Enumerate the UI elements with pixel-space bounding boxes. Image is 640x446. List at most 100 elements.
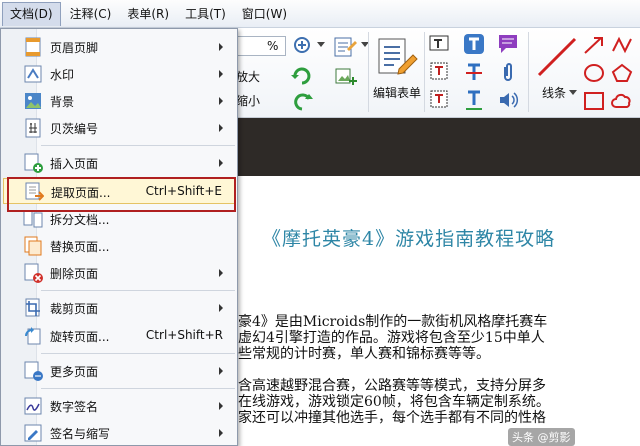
rotate-clockwise-icon[interactable] bbox=[290, 64, 314, 86]
menu-item-label: 插入页面 bbox=[50, 157, 99, 171]
menu-window[interactable]: 窗口(W) bbox=[235, 2, 294, 26]
menu-item-label: 水印 bbox=[50, 68, 75, 82]
menu-item-label: 签名与缩写 bbox=[50, 427, 111, 441]
edit-form-icon[interactable] bbox=[374, 34, 420, 80]
header-footer-icon bbox=[23, 37, 43, 57]
menu-item-shortcut: Ctrl+Shift+R bbox=[145, 328, 223, 342]
menu-item-label: 贝茨编号 bbox=[50, 122, 99, 136]
document-line: 家还可以冲撞其他选手，每个选手都有不同的性格 bbox=[238, 410, 546, 426]
submenu-arrow-icon bbox=[219, 97, 223, 105]
strikeout-text-icon[interactable] bbox=[462, 60, 486, 84]
menu-item-label: 提取页面... bbox=[51, 186, 111, 200]
document-dropdown-menu: 页眉页脚 水印 背景 贝茨编号 插入页面 提取页面... Ctrl+Shift+… bbox=[0, 28, 238, 446]
rectangle-icon[interactable] bbox=[582, 90, 606, 112]
menu-comment[interactable]: 注释(C) bbox=[63, 2, 119, 26]
line-icon[interactable] bbox=[534, 34, 580, 80]
menu-item-extract-pages[interactable]: 提取页面... Ctrl+Shift+E bbox=[3, 178, 235, 204]
menu-item-label: 更多页面 bbox=[50, 365, 99, 379]
polygon-icon[interactable] bbox=[610, 62, 634, 84]
insert-page-icon bbox=[23, 153, 43, 173]
menu-item-bates-number[interactable]: 贝茨编号 bbox=[3, 115, 235, 141]
watermark-icon bbox=[23, 64, 43, 84]
menu-item-rotate-pages[interactable]: 旋转页面... Ctrl+Shift+R bbox=[3, 323, 235, 349]
replace-page-icon bbox=[23, 236, 43, 256]
form-field-icon[interactable] bbox=[332, 34, 358, 60]
more-pages-icon bbox=[23, 361, 43, 381]
submenu-arrow-icon bbox=[219, 367, 223, 375]
lines-label[interactable]: 线条 bbox=[542, 84, 566, 101]
watermark-text: 头条 @剪影 bbox=[508, 428, 575, 446]
callout-icon[interactable] bbox=[428, 88, 450, 110]
menu-item-watermark[interactable]: 水印 bbox=[3, 61, 235, 87]
submenu-arrow-icon bbox=[219, 269, 223, 277]
typewriter-icon[interactable] bbox=[462, 32, 486, 56]
menu-item-label: 页眉页脚 bbox=[50, 41, 99, 55]
submenu-arrow-icon bbox=[219, 159, 223, 167]
menu-item-label: 替换页面... bbox=[50, 240, 110, 254]
text-field-icon[interactable] bbox=[428, 32, 450, 54]
menu-item-replace-pages[interactable]: 替换页面... bbox=[3, 233, 235, 259]
cloud-icon[interactable] bbox=[610, 90, 634, 112]
note-icon[interactable] bbox=[496, 32, 520, 56]
menu-separator bbox=[41, 388, 235, 389]
rotate-counterclockwise-icon[interactable] bbox=[290, 90, 314, 112]
background-icon bbox=[23, 91, 43, 111]
document-line: 豪4》是由Microids制作的一款街机风格摩托赛车 bbox=[238, 314, 548, 330]
menu-item-digital-signature[interactable]: 数字签名 bbox=[3, 393, 235, 419]
zoom-in-label[interactable]: 放大 bbox=[236, 68, 260, 85]
menu-item-insert-page[interactable]: 插入页面 bbox=[3, 150, 235, 176]
menu-tools[interactable]: 工具(T) bbox=[178, 2, 233, 26]
menu-item-delete-pages[interactable]: 删除页面 bbox=[3, 260, 235, 286]
menu-item-background[interactable]: 背景 bbox=[3, 88, 235, 114]
menu-separator bbox=[41, 353, 235, 354]
delete-page-icon bbox=[23, 263, 43, 283]
document-title: 《摩托英豪4》游戏指南教程攻略 bbox=[262, 228, 556, 250]
arrow-icon[interactable] bbox=[582, 34, 606, 56]
menu-item-shortcut: Ctrl+Shift+E bbox=[145, 184, 222, 198]
menu-item-label: 背景 bbox=[50, 95, 75, 109]
underline-text-icon[interactable] bbox=[462, 88, 486, 112]
menu-item-sign-initials[interactable]: 签名与缩写 bbox=[3, 420, 235, 446]
menu-item-more-pages[interactable]: 更多页面 bbox=[3, 358, 235, 384]
zoom-percent-field[interactable]: % bbox=[236, 36, 286, 56]
menu-item-label: 数字签名 bbox=[50, 400, 99, 414]
add-image-icon[interactable] bbox=[332, 64, 358, 90]
attach-file-icon[interactable] bbox=[496, 60, 520, 84]
rotate-page-icon bbox=[23, 326, 43, 346]
extract-page-icon bbox=[24, 182, 45, 202]
sound-icon[interactable] bbox=[496, 88, 520, 112]
submenu-arrow-icon bbox=[219, 43, 223, 51]
crop-page-icon bbox=[23, 298, 43, 318]
bates-number-icon bbox=[23, 118, 43, 138]
menubar: 文档(D) 注释(C) 表单(R) 工具(T) 窗口(W) bbox=[0, 0, 640, 28]
submenu-arrow-icon bbox=[219, 429, 223, 437]
ellipse-icon[interactable] bbox=[582, 62, 606, 84]
menu-item-split-document[interactable]: 拆分文档... bbox=[3, 206, 235, 232]
menu-item-label: 删除页面 bbox=[50, 267, 99, 281]
menu-separator bbox=[41, 145, 235, 146]
textbox-icon[interactable] bbox=[428, 60, 450, 82]
menu-item-label: 拆分文档... bbox=[50, 213, 110, 227]
menu-item-header-footer[interactable]: 页眉页脚 bbox=[3, 34, 235, 60]
edit-form-label[interactable]: 编辑表单 bbox=[373, 84, 421, 101]
submenu-arrow-icon bbox=[219, 124, 223, 132]
menu-separator bbox=[41, 290, 235, 291]
split-document-icon bbox=[23, 209, 43, 229]
chevron-down-icon[interactable] bbox=[316, 40, 326, 50]
submenu-arrow-icon bbox=[219, 70, 223, 78]
menu-item-crop-pages[interactable]: 裁剪页面 bbox=[3, 295, 235, 321]
digital-signature-icon bbox=[23, 396, 43, 416]
submenu-arrow-icon bbox=[219, 304, 223, 312]
menu-form[interactable]: 表单(R) bbox=[120, 2, 176, 26]
sign-initials-icon bbox=[23, 423, 43, 443]
zoom-out-label[interactable]: 缩小 bbox=[236, 92, 260, 109]
zoom-in-icon[interactable] bbox=[292, 35, 314, 57]
document-line: 些常规的计时赛，单人赛和锦标赛等等。 bbox=[238, 346, 490, 362]
document-line: 在线游戏，游戏锁定60帧，将包含车辆定制系统。 bbox=[238, 394, 550, 410]
menu-document[interactable]: 文档(D) bbox=[2, 1, 61, 26]
submenu-arrow-icon bbox=[219, 402, 223, 410]
document-line: 含高速越野混合赛，公路赛等等模式，支持分屏多 bbox=[238, 378, 546, 394]
chevron-down-icon[interactable] bbox=[568, 88, 578, 98]
document-line: 虚幻4引擎打造的作品。游戏将包含至少15中单人 bbox=[238, 330, 545, 346]
polyline-icon[interactable] bbox=[610, 34, 634, 56]
